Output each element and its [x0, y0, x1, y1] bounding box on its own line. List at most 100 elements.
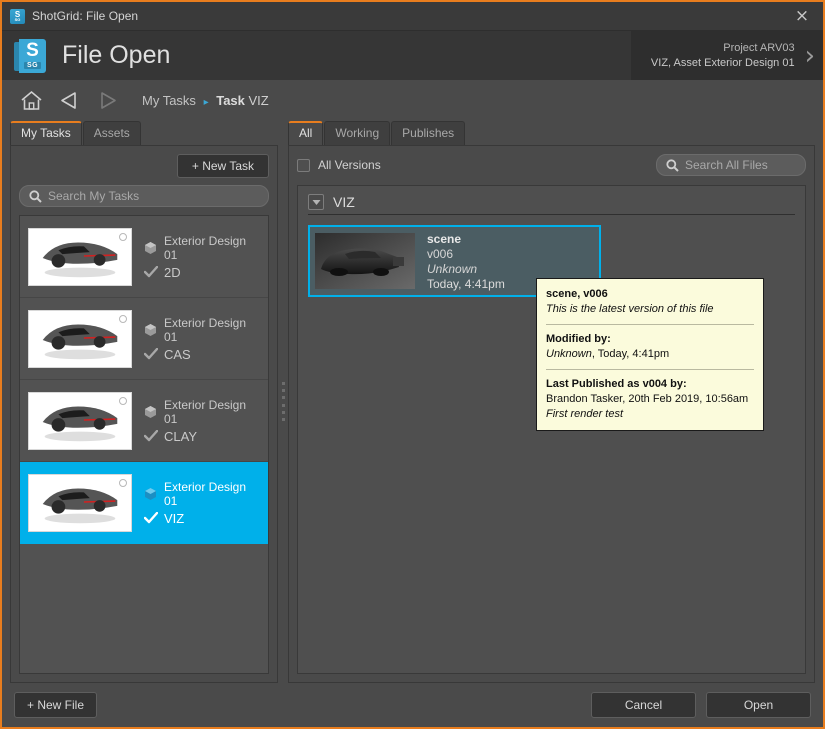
task-step-name: CAS: [164, 347, 191, 362]
shotgrid-logo: S SG: [14, 39, 48, 73]
home-icon[interactable]: [14, 85, 48, 115]
files-toolbar: All Versions: [297, 154, 806, 176]
close-icon[interactable]: ×: [785, 3, 819, 30]
shotgrid-file-open-window: S SG ShotGrid: File Open × S SG File Ope…: [0, 0, 825, 729]
search-all-files-input[interactable]: [685, 158, 796, 172]
task-step-name: CLAY: [164, 429, 197, 444]
tooltip-title: scene, v006: [546, 287, 754, 302]
tab-working[interactable]: Working: [324, 121, 390, 145]
window-title: ShotGrid: File Open: [32, 9, 785, 23]
task-entity-name: Exterior Design 01: [164, 234, 260, 262]
logo-sub: SG: [24, 62, 41, 69]
tasks-panel: + New Task: [10, 145, 278, 683]
tooltip-modified-label: Modified by:: [546, 332, 754, 347]
task-meta: Exterior Design 01 CAS: [144, 316, 260, 362]
thumbnail-badge-icon: [119, 397, 127, 405]
task-entity-row: Exterior Design 01: [144, 234, 260, 262]
search-my-tasks[interactable]: [19, 185, 269, 207]
task-list-item[interactable]: Exterior Design 01 CAS: [20, 298, 268, 380]
forward-arrow-icon[interactable]: [90, 85, 124, 115]
tooltip-subtitle: This is the latest version of this file: [546, 302, 754, 317]
project-name: Project ARV03: [651, 41, 795, 56]
open-button[interactable]: Open: [706, 692, 811, 718]
search-icon: [29, 190, 42, 203]
breadcrumb-name: VIZ: [249, 93, 269, 108]
thumbnail-badge-icon: [119, 479, 127, 487]
tooltip-divider: [546, 369, 754, 370]
app-header: S SG File Open Project ARV03 VIZ, Asset …: [2, 31, 823, 80]
project-context-text: Project ARV03 VIZ, Asset Exterior Design…: [651, 41, 795, 71]
breadcrumb-root[interactable]: My Tasks: [142, 93, 196, 108]
cancel-button[interactable]: Cancel: [591, 692, 696, 718]
tooltip-published-label: Last Published as v004 by:: [546, 377, 754, 392]
task-list-item-selected[interactable]: Exterior Design 01 VIZ: [20, 462, 268, 544]
title-bar: S SG ShotGrid: File Open ×: [2, 2, 823, 31]
asset-cube-icon: [144, 487, 158, 501]
search-icon: [666, 159, 679, 172]
tooltip-published-by: Brandon Tasker, 20th Feb 2019, 10:56am: [546, 392, 754, 407]
back-arrow-icon[interactable]: [52, 85, 86, 115]
chevron-down-icon[interactable]: [308, 194, 324, 210]
task-step-row: CAS: [144, 347, 260, 362]
check-icon: [144, 266, 158, 278]
task-entity-row: Exterior Design 01: [144, 480, 260, 508]
tooltip-modified-value: Unknown, Today, 4:41pm: [546, 347, 754, 362]
pane-splitter[interactable]: [278, 120, 288, 683]
thumbnail-badge-icon: [119, 233, 127, 241]
all-versions-label: All Versions: [318, 158, 381, 172]
tab-assets[interactable]: Assets: [83, 121, 141, 145]
file-date: Today, 4:41pm: [427, 277, 505, 291]
task-step-row: CLAY: [144, 429, 260, 444]
task-meta: Exterior Design 01 VIZ: [144, 480, 260, 526]
page-title: File Open: [62, 41, 170, 70]
task-meta: Exterior Design 01 CLAY: [144, 398, 260, 444]
tasks-tab-bar: My Tasks Assets: [10, 120, 278, 145]
shotgrid-icon: S SG: [10, 9, 25, 24]
dialog-footer: + New File Cancel Open: [2, 683, 823, 727]
checkbox-box[interactable]: [297, 159, 310, 172]
new-task-button[interactable]: + New Task: [177, 154, 269, 178]
file-name: scene: [427, 232, 505, 246]
asset-cube-icon: [144, 241, 158, 255]
check-icon: [144, 512, 158, 524]
breadcrumb: My Tasks ▸ Task VIZ: [142, 93, 269, 108]
all-versions-checkbox[interactable]: All Versions: [297, 158, 381, 172]
file-version: v006: [427, 247, 505, 261]
tab-all[interactable]: All: [288, 121, 323, 145]
project-context[interactable]: Project ARV03 VIZ, Asset Exterior Design…: [631, 31, 823, 80]
task-step-row: 2D: [144, 265, 260, 280]
tab-my-tasks[interactable]: My Tasks: [10, 121, 82, 145]
task-step-row: VIZ: [144, 511, 260, 526]
files-tab-bar: All Working Publishes: [288, 120, 815, 145]
task-step-name: 2D: [164, 265, 181, 280]
task-entity-row: Exterior Design 01: [144, 316, 260, 344]
search-my-tasks-input[interactable]: [48, 189, 259, 203]
task-thumbnail: [28, 474, 132, 532]
file-thumbnail: [315, 233, 415, 289]
task-entity-row: Exterior Design 01: [144, 398, 260, 426]
chevron-right-icon[interactable]: ›: [805, 46, 815, 66]
file-tooltip: scene, v006 This is the latest version o…: [536, 278, 764, 431]
search-all-files[interactable]: [656, 154, 806, 176]
asset-cube-icon: [144, 405, 158, 419]
tooltip-modified-user: Unknown: [546, 348, 592, 360]
tooltip-modified-rest: , Today, 4:41pm: [592, 348, 669, 360]
tasks-toolbar: + New Task: [19, 154, 269, 178]
logo-page: S SG: [19, 39, 46, 73]
file-meta: scene v006 Unknown Today, 4:41pm: [427, 232, 505, 291]
task-entity-name: Exterior Design 01: [164, 398, 260, 426]
task-list[interactable]: Exterior Design 01 2D: [19, 215, 269, 674]
task-list-item[interactable]: Exterior Design 01 CLAY: [20, 380, 268, 462]
tab-publishes[interactable]: Publishes: [391, 121, 465, 145]
task-thumbnail: [28, 310, 132, 368]
tooltip-divider: [546, 324, 754, 325]
tasks-pane: My Tasks Assets + New Task: [10, 120, 278, 683]
file-group-header[interactable]: VIZ: [308, 194, 795, 210]
new-file-button[interactable]: + New File: [14, 692, 97, 718]
check-icon: [144, 430, 158, 442]
tooltip-published-note: First render test: [546, 407, 754, 422]
task-list-item[interactable]: Exterior Design 01 2D: [20, 216, 268, 298]
project-entity: VIZ, Asset Exterior Design 01: [651, 56, 795, 71]
shotgrid-icon-sub: SG: [15, 18, 21, 22]
task-entity-name: Exterior Design 01: [164, 480, 260, 508]
